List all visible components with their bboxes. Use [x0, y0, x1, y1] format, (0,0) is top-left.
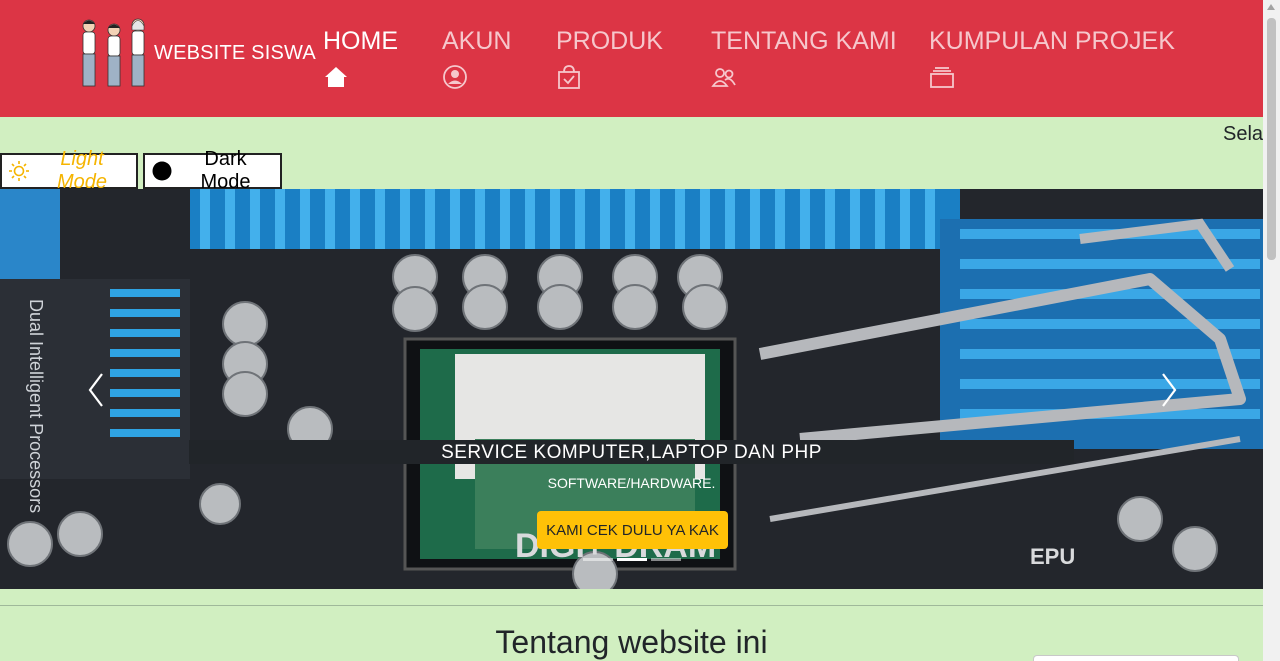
nav-akun-label: AKUN — [442, 27, 512, 55]
svg-text:EPU: EPU — [1030, 544, 1075, 569]
carousel-next-button[interactable] — [1153, 370, 1183, 410]
nav-produk-label: PRODUK — [556, 27, 663, 55]
carousel-caption-subtitle: SOFTWARE/HARDWARE. — [547, 475, 716, 491]
bag-check-icon — [556, 64, 582, 90]
chevron-right-icon — [1162, 373, 1177, 407]
chevron-left-icon — [88, 373, 103, 407]
carousel-prev-button[interactable] — [82, 370, 112, 410]
page-scrollbar[interactable] — [1263, 0, 1280, 661]
carousel-indicator[interactable] — [582, 558, 613, 561]
marquee-text: Selar — [1223, 123, 1263, 145]
students-logo — [82, 18, 145, 87]
nav-home-label: HOME — [323, 27, 398, 55]
home-icon — [323, 64, 349, 90]
nav-kumpulan-projek[interactable]: KUMPULAN PROJEK — [929, 26, 1175, 90]
navbar: WEBSITE SISWA HOME AKUN PRODUK TENTANG K… — [0, 0, 1263, 117]
nav-tentang-kami[interactable]: TENTANG KAMI — [711, 26, 897, 90]
light-mode-button[interactable]: Light Mode — [0, 148, 138, 193]
brand-link[interactable]: WEBSITE SISWA — [78, 16, 316, 91]
svg-text:Dual Intelligent Processors: Dual Intelligent Processors — [26, 299, 46, 513]
nav-akun[interactable]: AKUN — [442, 26, 511, 90]
carousel-indicator[interactable] — [650, 558, 681, 561]
dark-mode-label: Dark Mode — [200, 148, 251, 193]
carousel-indicator-active[interactable] — [616, 558, 647, 561]
dark-mode-button[interactable]: Dark Mode — [143, 148, 282, 193]
section-divider — [0, 605, 1263, 606]
nav-produk[interactable]: PRODUK — [556, 26, 663, 90]
scroll-up-arrow-icon[interactable] — [1267, 4, 1275, 10]
nav-home[interactable]: HOME — [323, 26, 398, 90]
nav-projek-label: KUMPULAN PROJEK — [929, 27, 1175, 55]
carousel-caption-title: SERVICE KOMPUTER,LAPTOP DAN PHP — [189, 440, 1074, 464]
scrollbar-thumb[interactable] — [1267, 18, 1276, 260]
moon-circle-icon — [151, 160, 173, 182]
partial-card — [1033, 655, 1239, 661]
collection-icon — [929, 64, 955, 90]
brand-name: WEBSITE SISWA — [154, 42, 316, 64]
carousel-indicators — [0, 558, 1263, 561]
nav-tentang-label: TENTANG KAMI — [711, 27, 897, 55]
light-mode-label: Light Mode — [56, 148, 108, 193]
sun-icon — [8, 160, 30, 182]
cta-button[interactable]: KAMI CEK DULU YA KAK — [537, 511, 728, 549]
people-icon — [711, 64, 737, 90]
user-circle-icon — [442, 64, 468, 90]
